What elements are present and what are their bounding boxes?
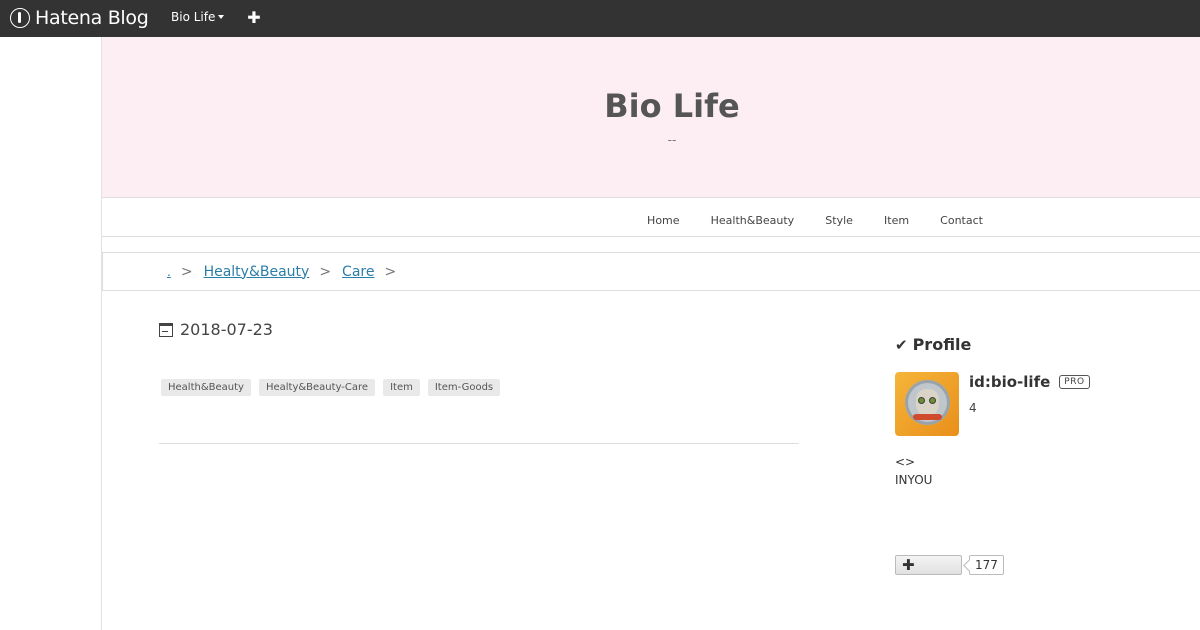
user-id[interactable]: id:bio-life PRO	[969, 373, 1090, 391]
tag-item[interactable]: Item	[383, 379, 420, 396]
user-id-text: id:bio-life	[969, 373, 1051, 391]
add-entry-button[interactable]: ✚	[245, 9, 263, 27]
profile-text-line-1: <>	[895, 455, 916, 469]
nav-item-health-beauty[interactable]: Health&Beauty	[711, 214, 795, 227]
entry-date[interactable]: 2018-07-23	[159, 320, 273, 339]
tag-health-beauty[interactable]: Health&Beauty	[161, 379, 251, 396]
check-icon: ✔	[895, 335, 908, 354]
hatena-blog-logo[interactable]: Hatena Blog	[10, 6, 149, 30]
blog-switcher[interactable]: Bio Life	[171, 10, 225, 24]
breadcrumb-separator: >	[319, 263, 332, 280]
profile-heading-text: Profile	[912, 335, 972, 354]
article-divider	[159, 443, 799, 444]
blog-title[interactable]: Bio Life	[102, 87, 1200, 125]
breadcrumb-link-care[interactable]: Care	[342, 264, 374, 280]
blog-description: --	[667, 133, 677, 147]
pro-badge: PRO	[1059, 375, 1090, 389]
profile-text-line-2: INYOU	[895, 473, 933, 487]
caret-down-icon	[218, 15, 225, 19]
avatar-eye-right	[929, 397, 936, 404]
breadcrumb: . > Healty&Beauty > Care >	[102, 252, 1200, 291]
breadcrumb-root-link[interactable]: .	[167, 265, 171, 279]
brand-text: Hatena Blog	[35, 7, 149, 29]
breadcrumb-separator: >	[384, 263, 397, 280]
subscribe-widget: ✚ 177	[895, 555, 1004, 575]
plus-icon: ✚	[902, 556, 915, 574]
breadcrumb-separator: >	[180, 263, 193, 280]
subscriber-count: 177	[969, 555, 1004, 575]
nav-item-style[interactable]: Style	[825, 214, 853, 227]
entry-tags: Health&Beauty Healty&Beauty-Care Item It…	[161, 379, 501, 396]
tag-healty-beauty-care[interactable]: Healty&Beauty-Care	[258, 379, 376, 396]
profile-heading: ✔ Profile	[895, 335, 971, 354]
avatar-plate	[905, 380, 950, 425]
global-nav: Home Health&Beauty Style Item Contact	[102, 197, 1200, 237]
calendar-icon	[159, 322, 173, 337]
user-count: 4	[969, 401, 977, 415]
hatena-logo-icon	[10, 8, 30, 28]
avatar-feet	[913, 414, 942, 420]
blog-switcher-label: Bio Life	[171, 10, 216, 24]
plus-icon: ✚	[247, 8, 261, 27]
blog-header: Bio Life --	[102, 37, 1200, 197]
avatar-owl-figure	[916, 389, 939, 416]
tag-item-goods[interactable]: Item-Goods	[427, 379, 501, 396]
avatar[interactable]	[895, 372, 959, 436]
entry-date-text: 2018-07-23	[180, 320, 273, 339]
nav-item-home[interactable]: Home	[647, 214, 679, 227]
breadcrumb-link-healty-beauty[interactable]: Healty&Beauty	[204, 264, 310, 280]
nav-item-contact[interactable]: Contact	[940, 214, 983, 227]
avatar-eye-left	[918, 397, 925, 404]
nav-item-item[interactable]: Item	[884, 214, 909, 227]
faint-mark	[160, 620, 176, 630]
top-bar: Hatena Blog Bio Life ✚	[0, 0, 1200, 37]
subscribe-button[interactable]: ✚	[895, 555, 962, 575]
